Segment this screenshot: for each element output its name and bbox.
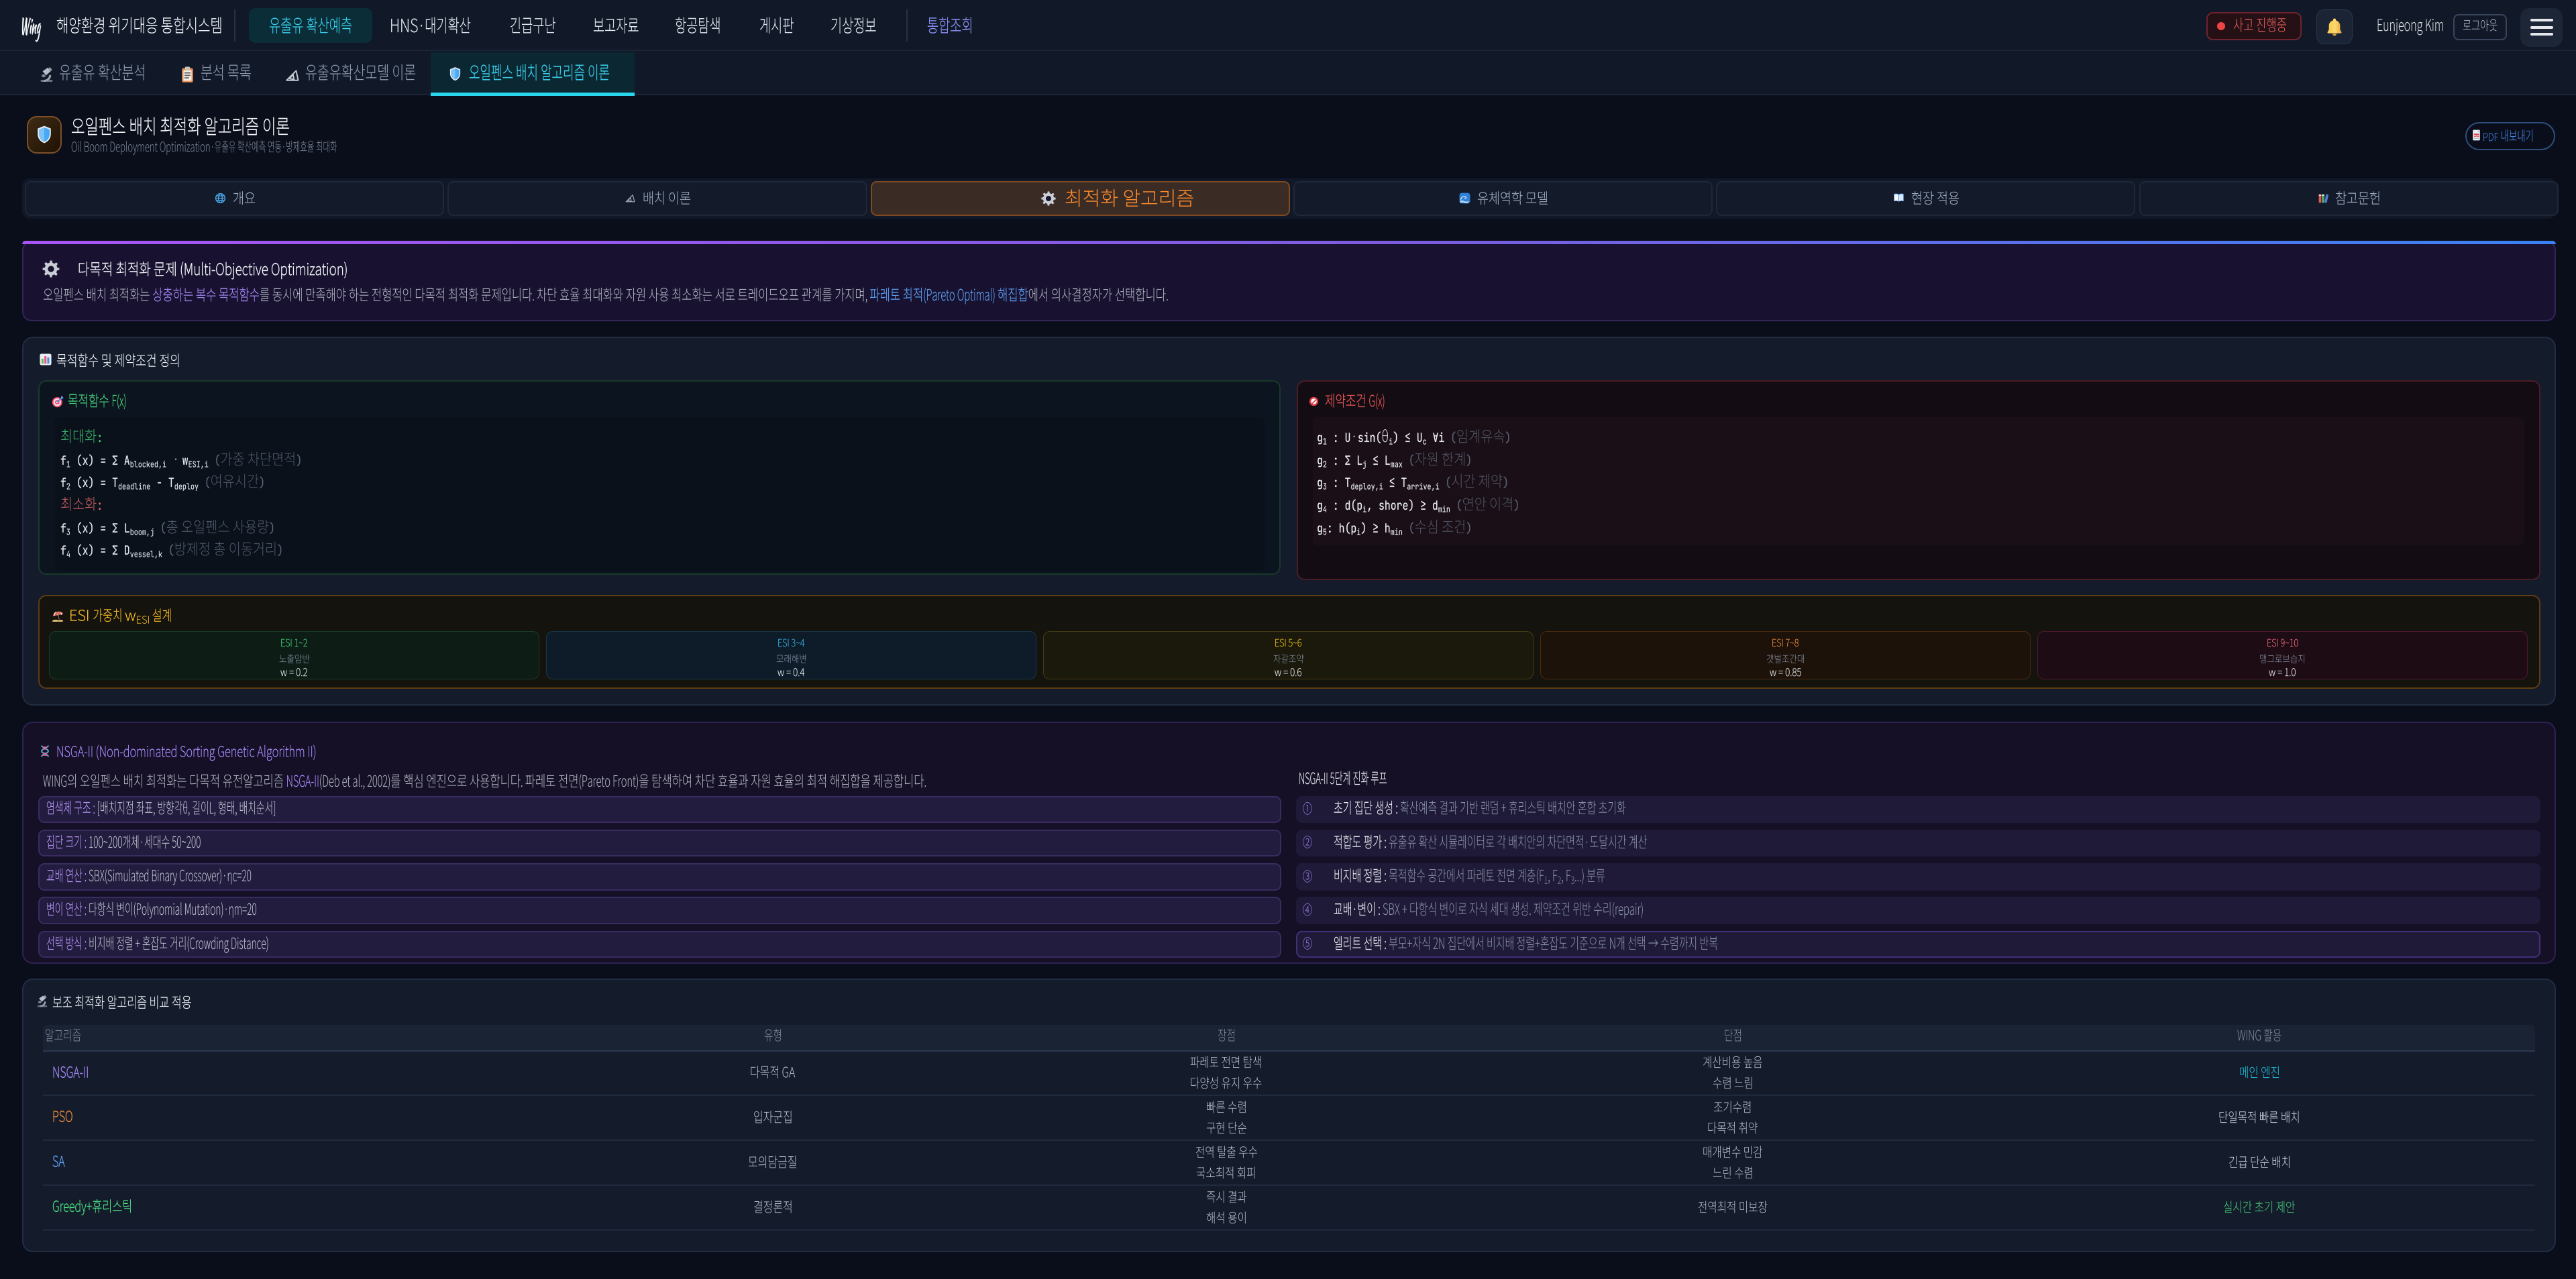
svg-text:PDF: PDF <box>2474 134 2479 137</box>
